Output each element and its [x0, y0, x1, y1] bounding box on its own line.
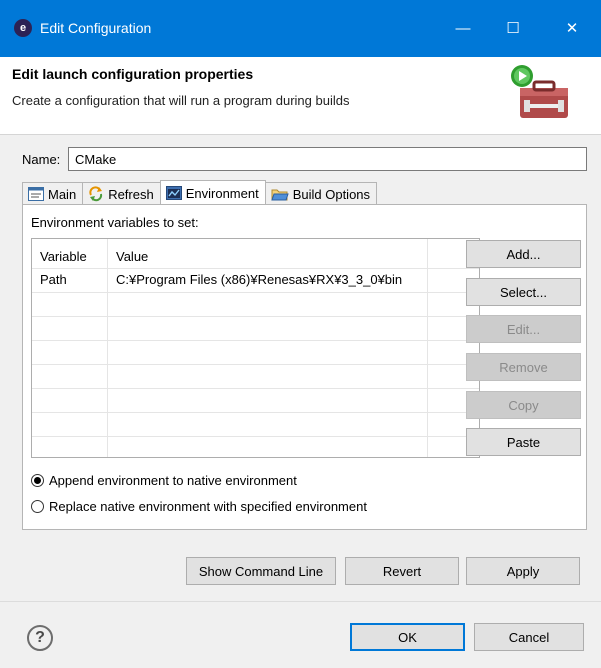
tab-label: Build Options	[292, 186, 371, 202]
paste-button[interactable]: Paste	[466, 428, 581, 456]
row-divider	[32, 388, 479, 389]
minimize-button[interactable]: —	[441, 6, 485, 50]
main-tab-icon	[28, 187, 44, 201]
row-divider	[32, 412, 479, 413]
row-divider	[32, 316, 479, 317]
radio-indicator	[31, 500, 44, 513]
environment-variables-label: Environment variables to set:	[31, 215, 199, 230]
row-divider	[32, 268, 479, 269]
edit-button[interactable]: Edit...	[466, 315, 581, 343]
tab-label: Refresh	[108, 186, 154, 202]
tab-environment[interactable]: Environment	[159, 180, 266, 205]
column-header-variable[interactable]: Variable	[40, 249, 87, 264]
row-variable: Path	[40, 272, 67, 287]
refresh-icon	[89, 186, 103, 202]
name-label: Name:	[22, 152, 61, 167]
table-row[interactable]: Path C:¥Program Files (x86)¥Renesas¥RX¥3…	[32, 268, 479, 291]
maximize-button[interactable]: ☐	[491, 6, 535, 50]
column-header-value[interactable]: Value	[116, 249, 148, 264]
apply-button[interactable]: Apply	[466, 557, 580, 585]
tab-label: Main	[48, 186, 77, 202]
tab-label: Environment	[185, 185, 259, 201]
replace-environment-radio[interactable]: Replace native environment with specifie…	[31, 499, 367, 514]
add-button[interactable]: Add...	[466, 240, 581, 268]
header-description: Create a configuration that will run a p…	[12, 93, 350, 108]
tab-bar: Main Refresh Environment Build Options	[22, 180, 378, 205]
footer-divider	[0, 601, 601, 602]
remove-button[interactable]: Remove	[466, 353, 581, 381]
environment-variables-table[interactable]: Variable Value Path C:¥Program Files (x8…	[31, 238, 480, 458]
tab-main[interactable]: Main	[22, 182, 83, 205]
row-divider	[32, 292, 479, 293]
dialog-header: Edit launch configuration properties Cre…	[0, 57, 601, 135]
close-button[interactable]: ✕	[550, 6, 594, 50]
help-icon[interactable]: ?	[27, 625, 53, 651]
build-options-icon	[271, 189, 289, 201]
radio-label: Replace native environment with specifie…	[49, 499, 367, 514]
radio-label: Append environment to native environment	[49, 473, 297, 488]
row-value: C:¥Program Files (x86)¥Renesas¥RX¥3_3_0¥…	[116, 272, 403, 287]
select-button[interactable]: Select...	[466, 278, 581, 306]
environment-icon	[165, 186, 182, 200]
row-divider	[32, 340, 479, 341]
header-title: Edit launch configuration properties	[12, 66, 254, 82]
title-bar: e Edit Configuration — ☐ ✕	[0, 0, 601, 57]
copy-button[interactable]: Copy	[466, 391, 581, 419]
row-divider	[32, 436, 479, 437]
toolbox-launch-icon	[511, 65, 568, 118]
tab-refresh[interactable]: Refresh	[82, 182, 160, 205]
show-command-line-button[interactable]: Show Command Line	[186, 557, 336, 585]
table-header: Variable Value	[32, 245, 479, 268]
row-divider	[32, 364, 479, 365]
cancel-button[interactable]: Cancel	[474, 623, 584, 651]
window-title: Edit Configuration	[40, 20, 152, 36]
app-icon: e	[14, 19, 32, 37]
radio-indicator-checked	[31, 474, 44, 487]
ok-button[interactable]: OK	[350, 623, 465, 651]
append-environment-radio[interactable]: Append environment to native environment	[31, 473, 297, 488]
name-input[interactable]	[68, 147, 587, 171]
tab-build-options[interactable]: Build Options	[265, 182, 378, 205]
revert-button[interactable]: Revert	[345, 557, 459, 585]
environment-tab-panel: Environment variables to set: Variable V…	[22, 204, 587, 530]
